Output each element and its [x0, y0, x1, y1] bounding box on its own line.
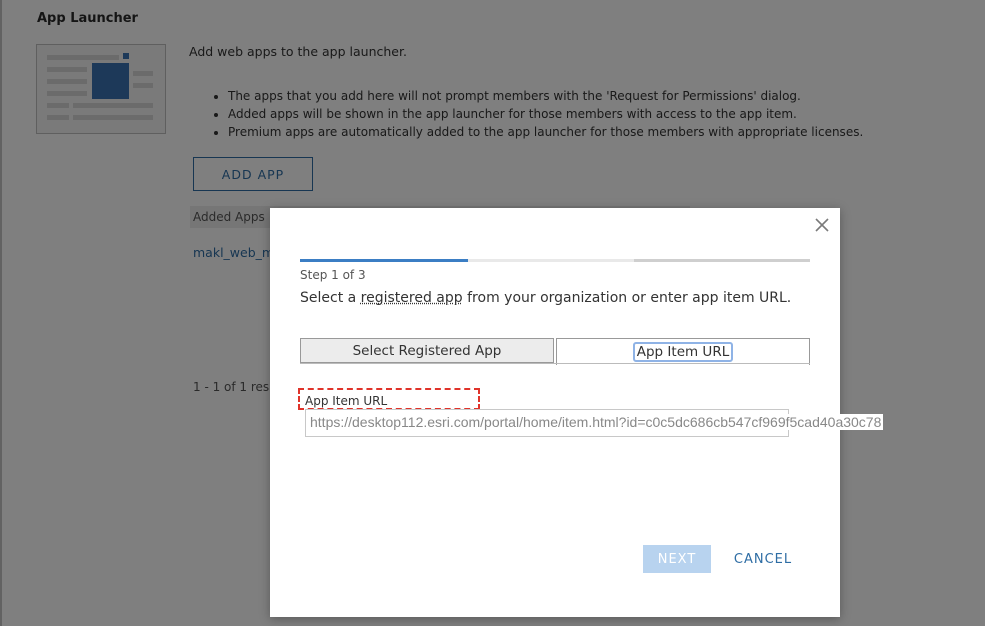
- progress-step-2: [468, 259, 634, 262]
- app-item-url-label: App Item URL: [305, 394, 388, 408]
- step-indicator: Step 1 of 3: [300, 268, 366, 282]
- registered-app-help-link[interactable]: registered app: [361, 290, 463, 306]
- step-progress-bar: [300, 259, 810, 262]
- tab-app-item-url-label: App Item URL: [632, 342, 734, 362]
- next-button[interactable]: NEXT: [643, 545, 711, 573]
- tab-select-registered-app[interactable]: Select Registered App: [300, 338, 554, 363]
- instruction-suffix: from your organization or enter app item…: [462, 290, 792, 306]
- app-item-url-input[interactable]: https://desktop112.esri.com/portal/home/…: [305, 409, 884, 437]
- app-item-url-value: https://desktop112.esri.com/portal/home/…: [310, 414, 884, 430]
- progress-step-3: [634, 259, 810, 262]
- add-app-dialog: Step 1 of 3 Select a registered app from…: [270, 208, 884, 617]
- instruction-prefix: Select a: [300, 290, 361, 306]
- close-icon[interactable]: [813, 216, 831, 234]
- tab-app-item-url[interactable]: App Item URL: [556, 338, 810, 365]
- dialog-instruction: Select a registered app from your organi…: [300, 290, 791, 306]
- progress-step-1: [300, 259, 468, 262]
- cancel-button[interactable]: CANCEL: [730, 545, 796, 573]
- tab-divider: [300, 363, 810, 364]
